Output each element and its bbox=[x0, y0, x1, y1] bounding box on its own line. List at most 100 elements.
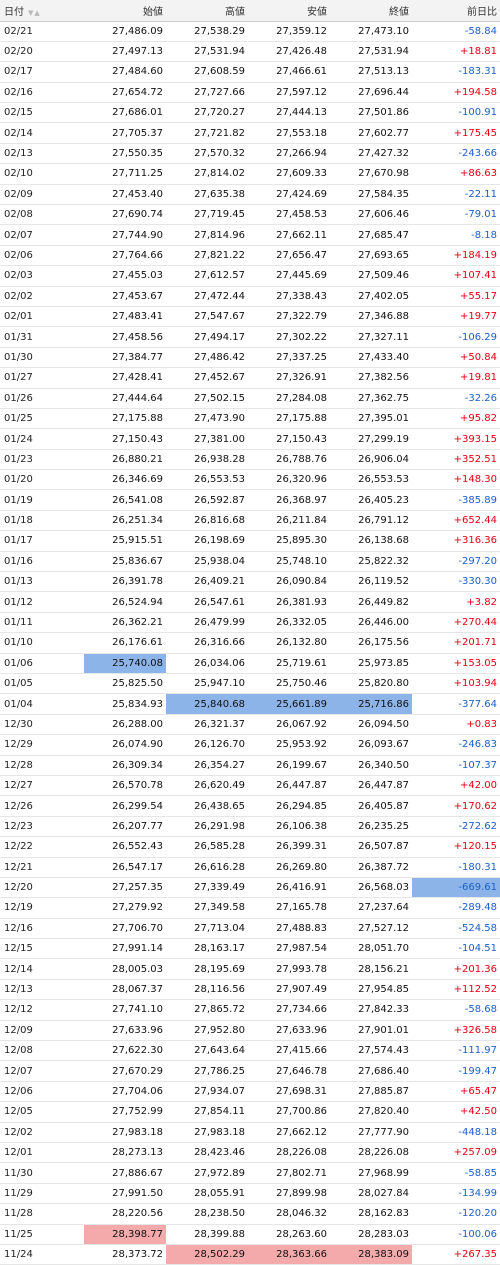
date-cell: 02/10 bbox=[0, 163, 84, 185]
column-header-open[interactable]: 始値 bbox=[84, 0, 166, 22]
date-cell: 12/16 bbox=[0, 918, 84, 940]
close-cell: 26,449.82 bbox=[330, 591, 412, 613]
high-cell: 27,547.67 bbox=[166, 306, 248, 328]
low-cell: 27,150.43 bbox=[248, 428, 330, 450]
low-cell: 25,750.46 bbox=[248, 673, 330, 695]
date-cell: 11/28 bbox=[0, 1203, 84, 1225]
close-cell: 27,395.01 bbox=[330, 408, 412, 430]
column-header-date[interactable]: 日付 ▼▲ bbox=[0, 0, 84, 22]
close-cell: 27,968.99 bbox=[330, 1162, 412, 1184]
low-cell: 27,466.61 bbox=[248, 61, 330, 83]
open-cell: 27,453.67 bbox=[84, 286, 166, 307]
date-cell: 12/08 bbox=[0, 1040, 84, 1062]
sort-arrows-icon[interactable]: ▼▲ bbox=[28, 9, 41, 17]
open-cell: 27,458.56 bbox=[84, 326, 166, 348]
open-cell: 28,373.72 bbox=[84, 1244, 166, 1265]
change-cell: +175.45 bbox=[412, 122, 500, 144]
high-cell: 28,399.88 bbox=[166, 1224, 248, 1245]
high-cell: 27,865.72 bbox=[166, 999, 248, 1021]
high-cell: 27,473.90 bbox=[166, 408, 248, 430]
open-cell: 27,670.29 bbox=[84, 1060, 166, 1082]
close-cell: 26,138.68 bbox=[330, 530, 412, 552]
open-cell: 28,398.77 bbox=[84, 1224, 166, 1245]
table-row: 01/13 26,391.78 26,409.21 26,090.84 26,119.5… bbox=[0, 571, 500, 593]
open-cell: 26,547.17 bbox=[84, 857, 166, 878]
change-cell: -289.48 bbox=[412, 897, 500, 919]
column-header-change[interactable]: 前日比 bbox=[412, 0, 500, 22]
table-row: 02/15 27,686.01 27,720.27 27,444.13 27,501.8… bbox=[0, 102, 500, 124]
change-cell: +42.50 bbox=[412, 1101, 500, 1123]
change-cell: -58.85 bbox=[412, 1162, 500, 1184]
change-cell: -669.61 bbox=[412, 877, 500, 899]
change-cell: +42.00 bbox=[412, 775, 500, 797]
date-cell: 02/06 bbox=[0, 245, 84, 267]
change-cell: -100.91 bbox=[412, 102, 500, 124]
open-cell: 27,991.14 bbox=[84, 938, 166, 960]
change-cell: -183.31 bbox=[412, 61, 500, 83]
table-row: 12/09 27,633.96 27,952.80 27,633.96 27,901.0… bbox=[0, 1020, 500, 1042]
open-cell: 27,711.25 bbox=[84, 163, 166, 185]
open-cell: 27,384.77 bbox=[84, 347, 166, 369]
table-row: 12/02 27,983.18 27,983.18 27,662.12 27,777.9… bbox=[0, 1122, 500, 1143]
open-cell: 27,483.41 bbox=[84, 306, 166, 328]
column-header-low[interactable]: 安値 bbox=[248, 0, 330, 22]
table-row: 12/01 28,273.13 28,423.46 28,226.08 28,226.0… bbox=[0, 1142, 500, 1164]
change-cell: +50.84 bbox=[412, 347, 500, 369]
close-cell: 26,093.67 bbox=[330, 734, 412, 756]
date-cell: 12/26 bbox=[0, 795, 84, 817]
open-cell: 26,288.00 bbox=[84, 714, 166, 736]
close-cell: 26,446.00 bbox=[330, 612, 412, 634]
column-header-close[interactable]: 終値 bbox=[330, 0, 412, 22]
open-cell: 27,704.06 bbox=[84, 1081, 166, 1103]
close-cell: 27,670.98 bbox=[330, 163, 412, 185]
close-cell: 27,427.32 bbox=[330, 143, 412, 165]
table-row: 12/08 27,622.30 27,643.64 27,415.66 27,574.4… bbox=[0, 1040, 500, 1062]
date-cell: 01/04 bbox=[0, 693, 84, 715]
table-row: 12/07 27,670.29 27,786.25 27,646.78 27,686.4… bbox=[0, 1060, 500, 1082]
open-cell: 26,346.69 bbox=[84, 469, 166, 491]
high-cell: 28,055.91 bbox=[166, 1183, 248, 1205]
table-row: 02/21 27,486.09 27,538.29 27,359.12 27,473.1… bbox=[0, 21, 500, 42]
open-cell: 27,983.18 bbox=[84, 1122, 166, 1143]
close-cell: 27,693.65 bbox=[330, 245, 412, 267]
open-cell: 27,455.03 bbox=[84, 265, 166, 287]
column-header-high[interactable]: 高値 bbox=[166, 0, 248, 22]
high-cell: 27,721.82 bbox=[166, 122, 248, 144]
table-row: 02/09 27,453.40 27,635.38 27,424.69 27,584.3… bbox=[0, 184, 500, 206]
column-header-label: 日付 bbox=[4, 6, 24, 18]
date-cell: 12/28 bbox=[0, 755, 84, 776]
low-cell: 27,426.48 bbox=[248, 41, 330, 63]
change-cell: -22.11 bbox=[412, 184, 500, 206]
table-row: 01/20 26,346.69 26,553.53 26,320.96 26,553.5… bbox=[0, 469, 500, 491]
change-cell: +3.82 bbox=[412, 591, 500, 613]
open-cell: 26,251.34 bbox=[84, 510, 166, 532]
close-cell: 26,553.53 bbox=[330, 469, 412, 491]
low-cell: 26,788.76 bbox=[248, 449, 330, 471]
close-cell: 27,433.40 bbox=[330, 347, 412, 369]
high-cell: 26,816.68 bbox=[166, 510, 248, 532]
table-row: 02/02 27,453.67 27,472.44 27,338.43 27,402.0… bbox=[0, 286, 500, 307]
low-cell: 25,661.89 bbox=[248, 693, 330, 715]
table-row: 02/06 27,764.66 27,821.22 27,656.47 27,693.6… bbox=[0, 245, 500, 267]
close-cell: 26,340.50 bbox=[330, 755, 412, 776]
change-cell: -330.30 bbox=[412, 571, 500, 593]
table-row: 11/28 28,220.56 28,238.50 28,046.32 28,162.8… bbox=[0, 1203, 500, 1225]
low-cell: 28,263.60 bbox=[248, 1224, 330, 1245]
change-cell: +112.52 bbox=[412, 979, 500, 1001]
change-cell: -8.18 bbox=[412, 224, 500, 246]
low-cell: 28,226.08 bbox=[248, 1142, 330, 1164]
close-cell: 26,405.87 bbox=[330, 795, 412, 817]
date-cell: 02/03 bbox=[0, 265, 84, 287]
high-cell: 26,592.87 bbox=[166, 489, 248, 511]
date-cell: 01/13 bbox=[0, 571, 84, 593]
table-row: 12/15 27,991.14 28,163.17 27,987.54 28,051.7… bbox=[0, 938, 500, 960]
high-cell: 27,727.66 bbox=[166, 82, 248, 104]
low-cell: 27,698.31 bbox=[248, 1081, 330, 1103]
close-cell: 28,383.09 bbox=[330, 1244, 412, 1265]
open-cell: 27,741.10 bbox=[84, 999, 166, 1021]
table-row: 11/24 28,373.72 28,502.29 28,363.66 28,383.0… bbox=[0, 1244, 500, 1265]
low-cell: 25,719.61 bbox=[248, 653, 330, 675]
date-cell: 02/17 bbox=[0, 61, 84, 83]
date-cell: 01/25 bbox=[0, 408, 84, 430]
close-cell: 26,119.52 bbox=[330, 571, 412, 593]
